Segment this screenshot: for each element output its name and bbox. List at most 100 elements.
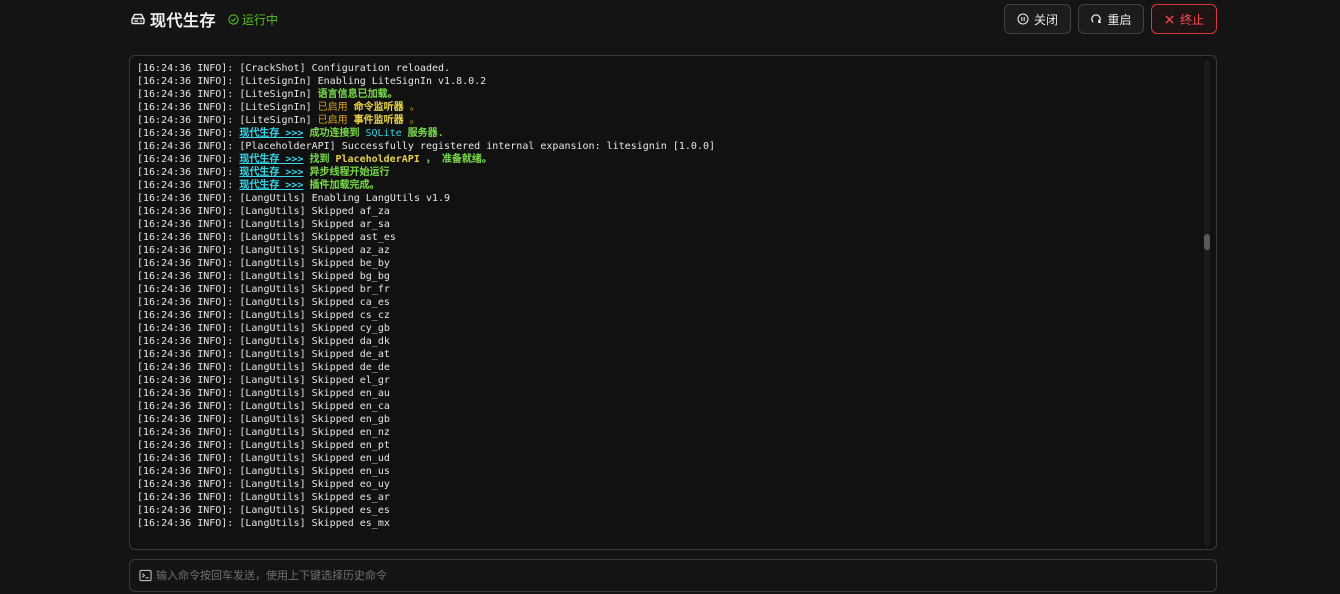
log-line: [16:24:36 INFO]: [LangUtils] Skipped el_… <box>137 374 1196 387</box>
log-line: [16:24:36 INFO]: [LiteSignIn] 语言信息已加载。 <box>137 88 1196 101</box>
log-line: [16:24:36 INFO]: [LangUtils] Skipped en_… <box>137 387 1196 400</box>
log-line: [16:24:36 INFO]: [LangUtils] Skipped cy_… <box>137 322 1196 335</box>
log-prefix: [16:24:36 INFO]: <box>137 284 240 295</box>
log-segment: [LangUtils] Skipped af_za <box>239 206 390 217</box>
log-prefix: [16:24:36 INFO]: <box>137 427 240 438</box>
console-scrollbar[interactable] <box>1204 60 1210 546</box>
log-segment: 已启用 <box>317 115 354 126</box>
log-segment: 插件加载完成。 <box>303 180 380 191</box>
title-group: 现代生存 运行中 <box>130 8 278 30</box>
log-line: [16:24:36 INFO]: [LangUtils] Skipped ca_… <box>137 296 1196 309</box>
stop-button[interactable]: 终止 <box>1151 4 1217 34</box>
log-line: [16:24:36 INFO]: 现代生存 >>> 异步线程开始运行 <box>137 166 1196 179</box>
log-prefix: [16:24:36 INFO]: <box>137 102 240 113</box>
log-line: [16:24:36 INFO]: 现代生存 >>> 插件加载完成。 <box>137 179 1196 192</box>
pause-circle-icon <box>1017 13 1029 25</box>
close-button-label: 关闭 <box>1033 12 1058 27</box>
log-line: [16:24:36 INFO]: [LangUtils] Skipped de_… <box>137 361 1196 374</box>
log-prefix: [16:24:36 INFO]: <box>137 115 240 126</box>
log-line: [16:24:36 INFO]: 现代生存 >>> 成功连接到 SQLite 服… <box>137 127 1196 140</box>
log-prefix: [16:24:36 INFO]: <box>137 167 240 178</box>
log-prefix: [16:24:36 INFO]: <box>137 336 240 347</box>
log-prefix: [16:24:36 INFO]: <box>137 63 240 74</box>
log-segment: PlaceholderAPI <box>335 154 420 165</box>
status-badge: 运行中 <box>228 11 278 28</box>
log-line: [16:24:36 INFO]: [LangUtils] Skipped be_… <box>137 257 1196 270</box>
log-segment: [LiteSignIn] <box>239 102 318 113</box>
log-segment: 事件监听器 <box>353 115 404 126</box>
log-line: [16:24:36 INFO]: 现代生存 >>> 找到 Placeholder… <box>137 153 1196 166</box>
log-prefix: [16:24:36 INFO]: <box>137 349 240 360</box>
log-segment: 异步线程开始运行 <box>303 167 390 178</box>
log-segment: 。 <box>403 115 420 126</box>
log-line: [16:24:36 INFO]: [LiteSignIn] 已启用 命令监听器 … <box>137 101 1196 114</box>
log-prefix: [16:24:36 INFO]: <box>137 141 240 152</box>
restart-button-label: 重启 <box>1107 12 1132 27</box>
log-prefix: [16:24:36 INFO]: <box>137 245 240 256</box>
log-segment: [LangUtils] Skipped ca_es <box>239 297 390 308</box>
log-line: [16:24:36 INFO]: [LangUtils] Skipped en_… <box>137 439 1196 452</box>
log-line: [16:24:36 INFO]: [LangUtils] Skipped de_… <box>137 348 1196 361</box>
log-prefix: [16:24:36 INFO]: <box>137 206 240 217</box>
log-segment: [LangUtils] Skipped az_az <box>239 245 390 256</box>
log-prefix: [16:24:36 INFO]: <box>137 518 240 529</box>
log-segment: [LangUtils] Skipped es_ar <box>239 492 390 503</box>
log-prefix: [16:24:36 INFO]: <box>137 323 240 334</box>
log-segment: [LangUtils] Skipped es_es <box>239 505 390 516</box>
log-prefix: [16:24:36 INFO]: <box>137 310 240 321</box>
log-segment: [LangUtils] Skipped ast_es <box>239 232 396 243</box>
console-output[interactable]: [16:24:36 INFO]: [CrackShot] Configurati… <box>129 55 1217 550</box>
restart-button[interactable]: 重启 <box>1078 4 1144 34</box>
log-line: [16:24:36 INFO]: [LangUtils] Skipped en_… <box>137 426 1196 439</box>
log-prefix: [16:24:36 INFO]: <box>137 466 240 477</box>
log-prefix: [16:24:36 INFO]: <box>137 193 240 204</box>
log-segment: 服务器. <box>401 128 444 139</box>
log-segment: [LangUtils] Enabling LangUtils v1.9 <box>239 193 451 204</box>
scrollbar-thumb[interactable] <box>1204 234 1210 250</box>
log-segment: [LangUtils] Skipped en_au <box>239 388 390 399</box>
log-segment: [LangUtils] Skipped es_mx <box>239 518 390 529</box>
log-segment: 现代生存 >>> <box>239 167 304 178</box>
log-line: [16:24:36 INFO]: [LangUtils] Skipped az_… <box>137 244 1196 257</box>
log-segment: 现代生存 >>> <box>239 154 304 165</box>
log-segment: [LangUtils] Skipped cy_gb <box>239 323 390 334</box>
log-line: [16:24:36 INFO]: [LangUtils] Skipped en_… <box>137 413 1196 426</box>
log-segment: [LangUtils] Skipped cs_cz <box>239 310 390 321</box>
log-prefix: [16:24:36 INFO]: <box>137 89 240 100</box>
log-segment: [LangUtils] Skipped eo_uy <box>239 479 390 490</box>
log-segment: SQLite <box>365 128 402 139</box>
log-segment: [CrackShot] Configuration reloaded. <box>239 63 451 74</box>
log-prefix: [16:24:36 INFO]: <box>137 388 240 399</box>
log-line: [16:24:36 INFO]: [LangUtils] Skipped es_… <box>137 504 1196 517</box>
close-button[interactable]: 关闭 <box>1004 4 1071 34</box>
status-text: 运行中 <box>242 12 279 27</box>
log-prefix: [16:24:36 INFO]: <box>137 128 240 139</box>
log-prefix: [16:24:36 INFO]: <box>137 453 240 464</box>
log-segment: [LangUtils] Skipped de_de <box>239 362 390 373</box>
stop-button-label: 终止 <box>1179 12 1204 27</box>
command-input[interactable] <box>156 569 1216 582</box>
page-title: 现代生存 <box>150 11 217 30</box>
close-x-icon <box>1165 14 1174 24</box>
log-segment: ， 准备就绪。 <box>419 154 492 165</box>
log-segment: [LangUtils] Skipped en_ca <box>239 401 390 412</box>
log-line: [16:24:36 INFO]: [LiteSignIn] 已启用 事件监听器 … <box>137 114 1196 127</box>
log-segment: [PlaceholderAPI] Successfully registered… <box>239 141 715 152</box>
log-segment: [LangUtils] Skipped bg_bg <box>239 271 390 282</box>
log-prefix: [16:24:36 INFO]: <box>137 479 240 490</box>
log-segment: [LangUtils] Skipped ar_sa <box>239 219 390 230</box>
log-segment: 现代生存 >>> <box>239 128 304 139</box>
log-prefix: [16:24:36 INFO]: <box>137 154 240 165</box>
action-buttons: 关闭 重启 终止 <box>997 4 1217 34</box>
log-segment: 成功连接到 <box>303 128 366 139</box>
console-log: [16:24:36 INFO]: [CrackShot] Configurati… <box>137 62 1196 530</box>
log-line: [16:24:36 INFO]: [LangUtils] Skipped br_… <box>137 283 1196 296</box>
log-segment: [LangUtils] Skipped da_dk <box>239 336 390 347</box>
log-segment: [LiteSignIn] Enabling LiteSignIn v1.8.0.… <box>239 76 487 87</box>
log-line: [16:24:36 INFO]: [LangUtils] Skipped en_… <box>137 452 1196 465</box>
log-line: [16:24:36 INFO]: [LangUtils] Skipped af_… <box>137 205 1196 218</box>
log-line: [16:24:36 INFO]: [LangUtils] Enabling La… <box>137 192 1196 205</box>
log-line: [16:24:36 INFO]: [LangUtils] Skipped es_… <box>137 491 1196 504</box>
log-segment: [LangUtils] Skipped en_nz <box>239 427 390 438</box>
command-bar <box>129 559 1217 592</box>
